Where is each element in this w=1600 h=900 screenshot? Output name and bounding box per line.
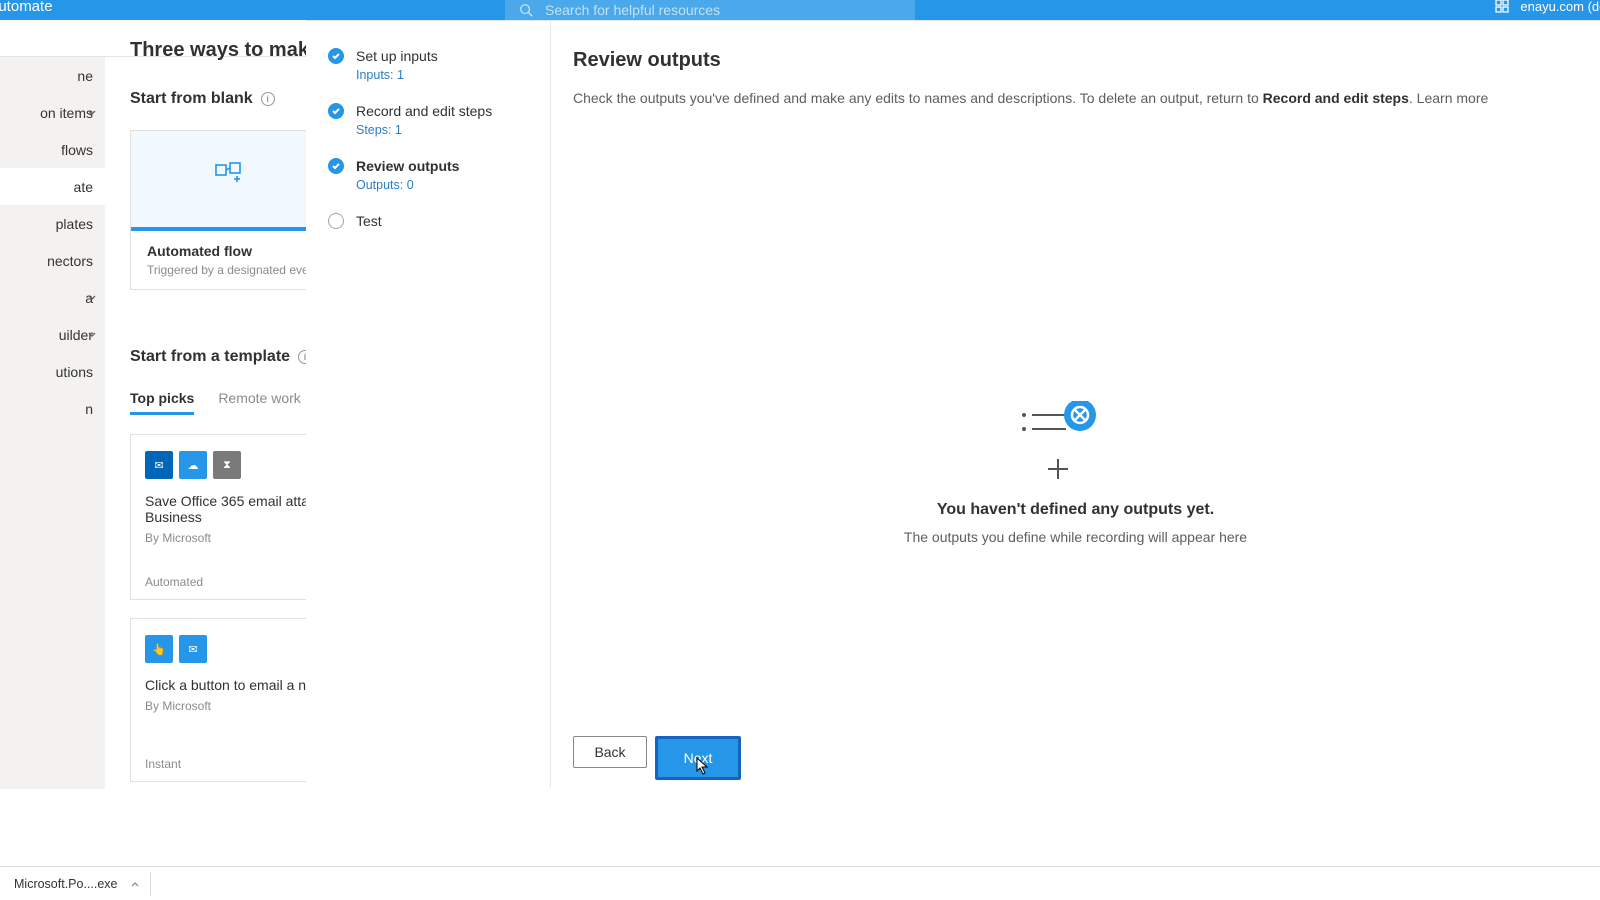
- empty-subtitle: The outputs you define while recording w…: [826, 529, 1326, 545]
- search-icon: [519, 3, 533, 17]
- sidebar-item-templates[interactable]: plates: [0, 205, 105, 242]
- step-sublabel: Steps: 1: [356, 123, 492, 137]
- taskbar: Microsoft.Po....exe: [0, 866, 1600, 900]
- record-steps-ref: Record and edit steps: [1263, 90, 1409, 106]
- outlook-icon: ✉: [145, 451, 173, 479]
- chevron-down-icon: [87, 108, 97, 118]
- mail-icon: ✉: [179, 635, 207, 663]
- tab-top-picks[interactable]: Top picks: [130, 384, 194, 415]
- card-subtitle: Triggered by a designated even: [147, 263, 313, 277]
- app-title: r Automate: [0, 0, 53, 15]
- sidebar-item-solutions[interactable]: utions: [0, 353, 105, 390]
- next-button[interactable]: Next: [655, 736, 741, 780]
- panel-heading: Review outputs: [573, 49, 1560, 72]
- sidebar-item-action-items[interactable]: on items: [0, 94, 105, 131]
- chevron-down-icon: [87, 293, 97, 303]
- button-icon: 👆: [145, 635, 173, 663]
- flow-icon: [210, 159, 250, 199]
- info-icon[interactable]: i: [261, 92, 275, 106]
- step-pending-icon: [328, 213, 344, 229]
- step-label: Test: [356, 212, 382, 230]
- wizard-steps: Set up inputs Inputs: 1 Record and edit …: [306, 21, 551, 788]
- empty-state: You haven't defined any outputs yet. The…: [826, 401, 1326, 545]
- template-title-line2: Business: [145, 509, 315, 525]
- sidebar-item-flows[interactable]: flows: [0, 131, 105, 168]
- card-title: Automated flow: [147, 243, 313, 259]
- card-illustration: [131, 131, 329, 231]
- step-record-edit[interactable]: Record and edit steps Steps: 1: [328, 102, 530, 137]
- tab-remote-work[interactable]: Remote work: [218, 384, 300, 415]
- template-card[interactable]: 👆 ✉ Click a button to email a no By Micr…: [130, 618, 330, 782]
- wizard-panel: Set up inputs Inputs: 1 Record and edit …: [306, 20, 1600, 788]
- step-label: Set up inputs: [356, 47, 438, 65]
- template-type: Instant: [145, 757, 315, 771]
- chevron-down-icon: [87, 330, 97, 340]
- template-icons: ✉ ☁ ⧗: [145, 451, 315, 479]
- chevron-up-icon: [130, 879, 140, 889]
- divider: [150, 872, 151, 896]
- sidebar: ne on items flows ate plates nectors a u…: [0, 57, 105, 789]
- download-item[interactable]: Microsoft.Po....exe: [14, 877, 140, 891]
- template-by: By Microsoft: [145, 531, 315, 545]
- step-label: Record and edit steps: [356, 102, 492, 120]
- wizard-main: Review outputs Check the outputs you've …: [551, 21, 1600, 788]
- wizard-footer: Back Next: [573, 736, 741, 780]
- sidebar-item-learn[interactable]: n: [0, 390, 105, 427]
- template-by: By Microsoft: [145, 699, 315, 713]
- list-icon: [1016, 401, 1136, 481]
- step-done-icon: [328, 48, 344, 64]
- step-sublabel: Outputs: 0: [356, 178, 459, 192]
- template-icons: 👆 ✉: [145, 635, 315, 663]
- step-done-icon: [328, 103, 344, 119]
- step-test[interactable]: Test: [328, 212, 530, 230]
- header-right: enayu.com (def: [1494, 0, 1600, 14]
- sidebar-item-ai-builder[interactable]: uilder: [0, 316, 105, 353]
- sidebar-item-data[interactable]: a: [0, 279, 105, 316]
- step-label: Review outputs: [356, 157, 459, 175]
- sidebar-item-connectors[interactable]: nectors: [0, 242, 105, 279]
- sidebar-item-home[interactable]: ne: [0, 57, 105, 94]
- org-icon: [1494, 0, 1510, 14]
- step-sublabel: Inputs: 1: [356, 68, 438, 82]
- automated-flow-card[interactable]: Automated flow Triggered by a designated…: [130, 130, 330, 290]
- step-review-outputs[interactable]: Review outputs Outputs: 0: [328, 157, 530, 192]
- timer-icon: ⧗: [213, 451, 241, 479]
- empty-title: You haven't defined any outputs yet.: [826, 501, 1326, 519]
- search-placeholder: Search for helpful resources: [545, 2, 720, 18]
- template-title: Click a button to email a no: [145, 677, 315, 693]
- step-set-up-inputs[interactable]: Set up inputs Inputs: 1: [328, 47, 530, 82]
- template-type: Automated: [145, 575, 315, 589]
- search-container[interactable]: Search for helpful resources: [505, 0, 915, 20]
- template-card[interactable]: ✉ ☁ ⧗ Save Office 365 email attac Busine…: [130, 434, 330, 600]
- app-header: r Automate Search for helpful resources …: [0, 0, 1600, 20]
- template-title: Save Office 365 email attac: [145, 493, 315, 509]
- sidebar-item-create[interactable]: ate: [0, 168, 105, 205]
- back-button[interactable]: Back: [573, 736, 647, 768]
- step-done-icon: [328, 158, 344, 174]
- panel-description: Check the outputs you've defined and mak…: [573, 88, 1560, 108]
- account-label[interactable]: enayu.com (def: [1520, 0, 1600, 14]
- onedrive-icon: ☁: [179, 451, 207, 479]
- empty-illustration: [826, 401, 1326, 481]
